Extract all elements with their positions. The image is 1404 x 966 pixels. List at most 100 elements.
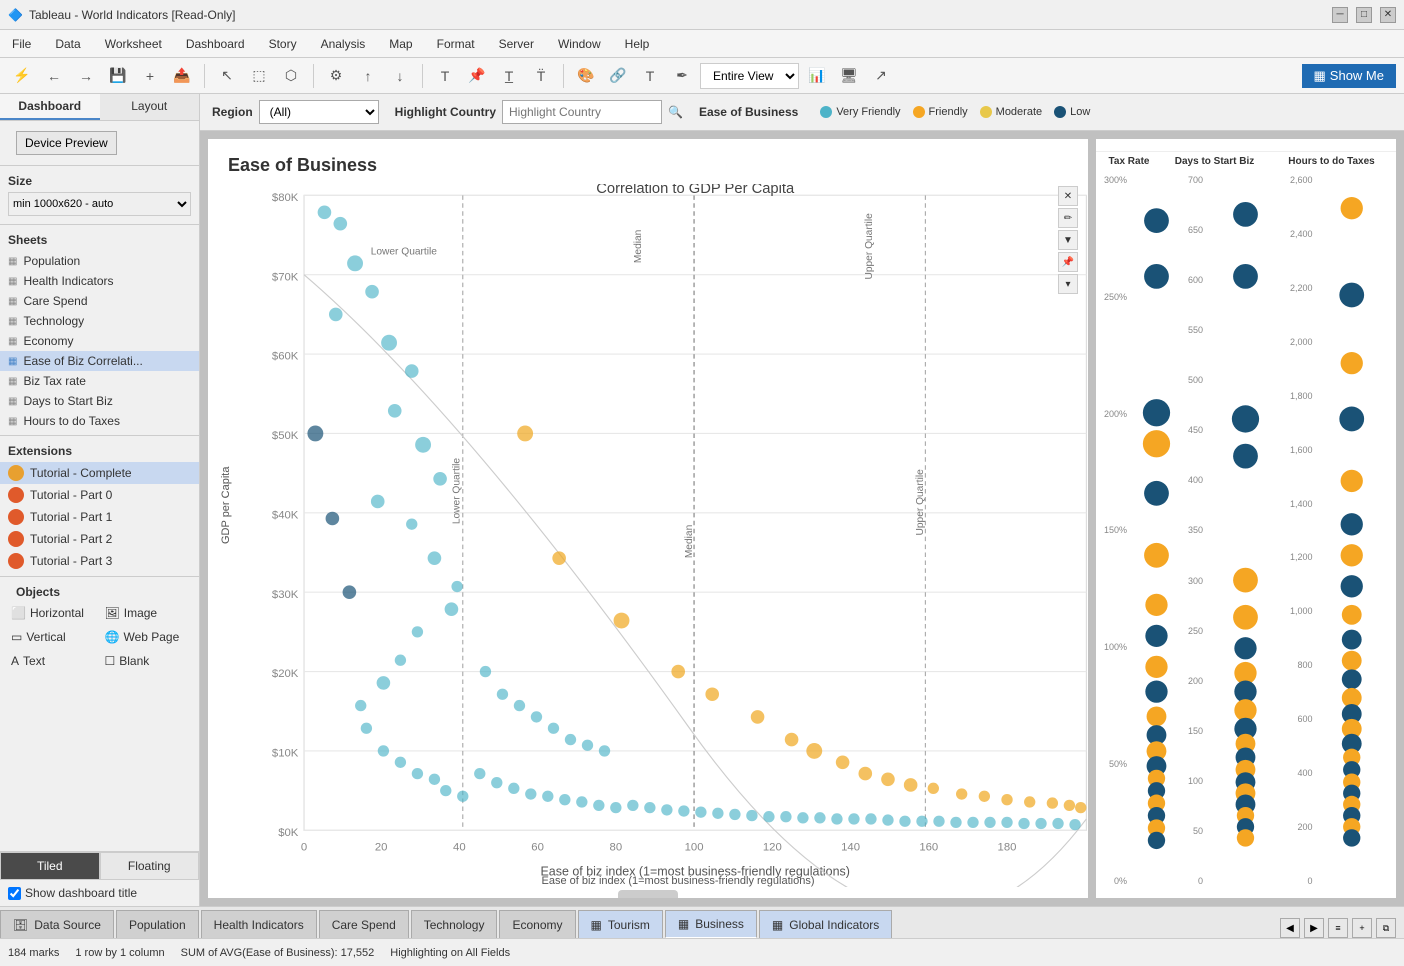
menu-dashboard[interactable]: Dashboard (182, 35, 249, 53)
show-title-checkbox[interactable] (8, 887, 21, 900)
title-bar-controls[interactable]: ─ □ ✕ (1332, 7, 1396, 23)
tab-business[interactable]: ▦ Business (665, 910, 757, 938)
sheet-item-economy[interactable]: ▦ Economy (0, 331, 199, 351)
toolbar-add-btn[interactable]: + (136, 62, 164, 90)
tab-care-spend[interactable]: Care Spend (319, 910, 409, 938)
ext-item-part3[interactable]: Tutorial - Part 3 (0, 550, 199, 572)
sum-info: SUM of AVG(Ease of Business): 17,552 (181, 947, 375, 959)
show-me-button[interactable]: ▦ Show Me (1302, 64, 1397, 88)
region-dropdown[interactable]: (All) (259, 100, 379, 124)
sheet-icon-economy: ▦ (8, 336, 17, 347)
toolbar-pointer-btn[interactable]: ↖ (213, 62, 241, 90)
toolbar-tooltip-btn[interactable]: T̲ (495, 62, 523, 90)
floating-button[interactable]: Floating (100, 852, 200, 880)
edit-chart-btn[interactable]: ✏ (1058, 208, 1078, 228)
sheet-item-care[interactable]: ▦ Care Spend (0, 291, 199, 311)
toolbar-group-btn[interactable]: ⚙ (322, 62, 350, 90)
menu-map[interactable]: Map (385, 35, 416, 53)
toolbar-share-btn[interactable]: ↗ (867, 62, 895, 90)
menu-file[interactable]: File (8, 35, 35, 53)
device-preview-button[interactable]: Device Preview (16, 131, 117, 155)
sheet-item-ease[interactable]: ▦ Ease of Biz Correlati... (0, 351, 199, 371)
sheet-item-biztax[interactable]: ▦ Biz Tax rate (0, 371, 199, 391)
toolbar-publish-btn[interactable]: 📤 (168, 62, 196, 90)
tab-scroll-left-btn[interactable]: ◀ (1280, 918, 1300, 938)
pin-chart-btn[interactable]: 📌 (1058, 252, 1078, 272)
toolbar-sort-desc-btn[interactable]: ↓ (386, 62, 414, 90)
close-chart-btn[interactable]: ✕ (1058, 186, 1078, 206)
tiled-button[interactable]: Tiled (0, 852, 100, 880)
tab-add-btn[interactable]: + (1352, 918, 1372, 938)
tab-list-btn[interactable]: ≡ (1328, 918, 1348, 938)
toolbar-annotate-btn[interactable]: 📌 (463, 62, 491, 90)
obj-image[interactable]: 🖼 Image (102, 603, 192, 623)
toolbar-link-btn[interactable]: 🔗 (604, 62, 632, 90)
tab-controls: ◀ ▶ ≡ + ⧉ (1272, 918, 1404, 938)
sheet-item-daysstart[interactable]: ▦ Days to Start Biz (0, 391, 199, 411)
layout-buttons[interactable]: Tiled Floating (0, 851, 199, 880)
toolbar-shape-btn[interactable]: ✒ (668, 62, 696, 90)
toolbar-label-btn[interactable]: T (431, 62, 459, 90)
minimize-button[interactable]: ─ (1332, 7, 1348, 23)
menu-server[interactable]: Server (495, 35, 538, 53)
tab-technology-label: Technology (424, 918, 485, 932)
sheet-item-technology[interactable]: ▦ Technology (0, 311, 199, 331)
size-dropdown[interactable]: min 1000x620 - auto (8, 192, 191, 216)
chart-resize-handle[interactable] (618, 890, 678, 898)
obj-blank[interactable]: ☐ Blank (102, 651, 192, 671)
tax-rate-header: Tax Rate (1104, 156, 1154, 167)
ext-item-complete[interactable]: Tutorial - Complete (0, 462, 199, 484)
tab-tourism[interactable]: ▦ Tourism (578, 910, 663, 938)
menu-analysis[interactable]: Analysis (317, 35, 370, 53)
close-button[interactable]: ✕ (1380, 7, 1396, 23)
sidebar-tabs[interactable]: Dashboard Layout (0, 94, 199, 121)
filter-chart-btn[interactable]: ▼ (1058, 230, 1078, 250)
toolbar-select-btn[interactable]: ⬚ (245, 62, 273, 90)
sheet-item-health[interactable]: ▦ Health Indicators (0, 271, 199, 291)
menu-story[interactable]: Story (265, 35, 301, 53)
menu-window[interactable]: Window (554, 35, 605, 53)
toolbar-sort-asc-btn[interactable]: ↑ (354, 62, 382, 90)
tab-dup-btn[interactable]: ⧉ (1376, 918, 1396, 938)
tab-global-indicators[interactable]: ▦ Global Indicators (759, 910, 892, 938)
ext-item-part2[interactable]: Tutorial - Part 2 (0, 528, 199, 550)
toolbar-lasso-btn[interactable]: ⬡ (277, 62, 305, 90)
maximize-button[interactable]: □ (1356, 7, 1372, 23)
sheet-item-population[interactable]: ▦ Population (0, 251, 199, 271)
tab-population[interactable]: Population (116, 910, 199, 938)
toolbar-screen-btn[interactable]: 🖥 (835, 62, 863, 90)
obj-blank-icon: ☐ (105, 654, 116, 668)
view-dropdown[interactable]: Entire View (700, 63, 799, 89)
tab-layout[interactable]: Layout (100, 94, 200, 120)
highlight-country-input[interactable] (502, 100, 662, 124)
tab-economy[interactable]: Economy (499, 910, 575, 938)
toolbar-forward-btn[interactable]: → (72, 62, 100, 90)
obj-horizontal[interactable]: ⬜ Horizontal (8, 603, 98, 623)
toolbar-back-btn[interactable]: ← (40, 62, 68, 90)
ext-item-part1[interactable]: Tutorial - Part 1 (0, 506, 199, 528)
show-dashboard-title: Show dashboard title (0, 880, 199, 906)
menu-format[interactable]: Format (433, 35, 479, 53)
tab-data-source[interactable]: 🗄 Data Source (0, 910, 114, 938)
menu-help[interactable]: Help (621, 35, 654, 53)
toolbar-color-btn[interactable]: 🎨 (572, 62, 600, 90)
tab-health-indicators[interactable]: Health Indicators (201, 910, 317, 938)
tab-scroll-right-btn[interactable]: ▶ (1304, 918, 1324, 938)
toolbar-text-btn[interactable]: T (636, 62, 664, 90)
y-axis-label: GDP per Capita (220, 466, 232, 543)
toolbar-save-btn[interactable]: 💾 (104, 62, 132, 90)
obj-text[interactable]: A Text (8, 651, 98, 671)
tab-technology[interactable]: Technology (411, 910, 498, 938)
toolbar-home-btn[interactable]: ⚡ (8, 62, 36, 90)
ext-item-part0[interactable]: Tutorial - Part 0 (0, 484, 199, 506)
tab-dashboard[interactable]: Dashboard (0, 94, 100, 120)
toolbar-format-btn[interactable]: T̈ (527, 62, 555, 90)
obj-vertical[interactable]: ▭ Vertical (8, 627, 98, 647)
more-chart-btn[interactable]: ▾ (1058, 274, 1078, 294)
days-start-biz-svg (1205, 171, 1286, 890)
menu-data[interactable]: Data (51, 35, 84, 53)
toolbar-chart-type-btn[interactable]: 📊 (803, 62, 831, 90)
sheet-item-hourstax[interactable]: ▦ Hours to do Taxes (0, 411, 199, 431)
obj-webpage[interactable]: 🌐 Web Page (102, 627, 192, 647)
menu-worksheet[interactable]: Worksheet (101, 35, 166, 53)
